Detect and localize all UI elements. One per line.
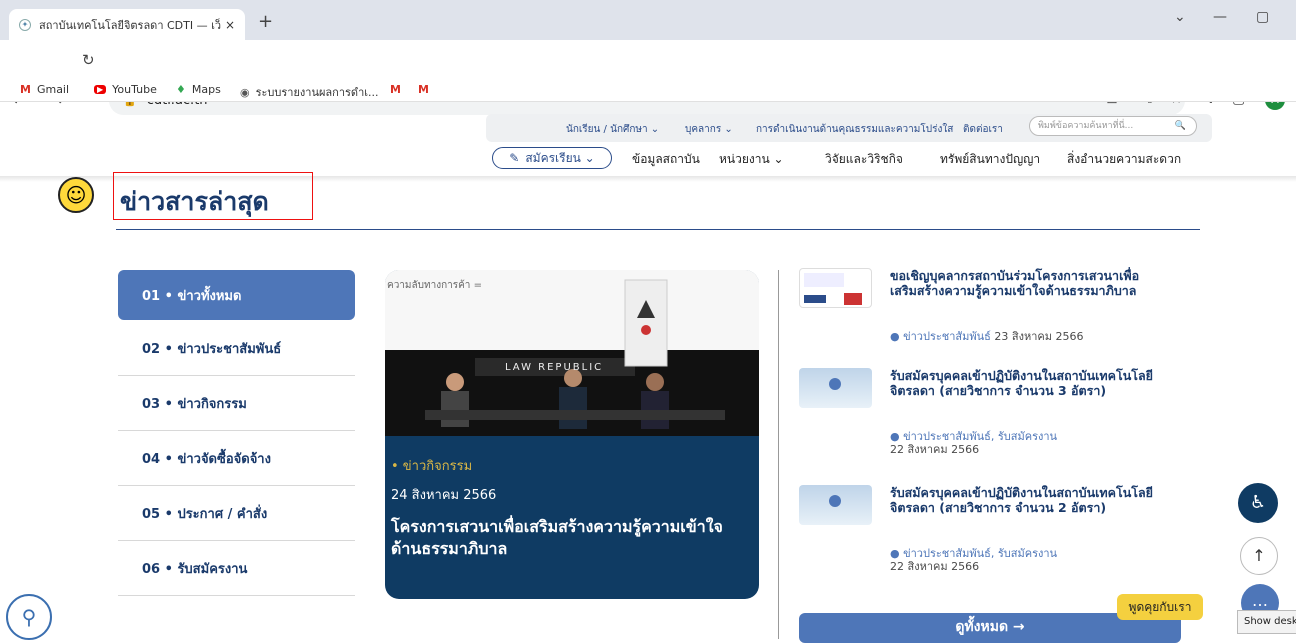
section-divider: [116, 229, 1200, 230]
bookmark-youtube[interactable]: ▶ YouTube: [94, 83, 157, 96]
photo-banner-text: LAW REPUBLIC: [505, 362, 604, 373]
column-divider: [778, 270, 779, 639]
register-button[interactable]: ✎ สมัครเรียน ⌄: [492, 147, 612, 169]
register-label: สมัครเรียน ⌄: [525, 150, 595, 165]
gmail-icon: M: [390, 83, 401, 96]
nav-ethics[interactable]: การดำเนินงานด้านคุณธรรมและความโปร่งใส: [756, 122, 953, 137]
featured-news-card[interactable]: ความลับทางการค้า = LAW REPUBLIC • ข่าวกิ…: [385, 270, 759, 599]
globe-icon: ◉: [240, 85, 250, 99]
scroll-top-icon[interactable]: ↑: [1240, 537, 1278, 575]
bookmark-label: Gmail: [36, 83, 70, 96]
bookmark-report[interactable]: ◉ ระบบรายงานผลการดำเ...: [240, 83, 379, 101]
chat-label[interactable]: พูดคุยกับเรา: [1117, 594, 1203, 620]
featured-date: 24 สิงหาคม 2566: [391, 488, 497, 503]
bookmark-maps[interactable]: ♦ Maps: [176, 83, 221, 96]
news-date: 22 สิงหาคม 2566: [890, 443, 980, 456]
news-meta: ● ข่าวประชาสัมพันธ์ 23 สิงหาคม 2566: [890, 330, 1083, 343]
smiley-icon: ☺: [58, 177, 94, 213]
search-input[interactable]: พิมพ์ข้อความค้นหาที่นี่... 🔍: [1029, 116, 1197, 136]
search-placeholder: พิมพ์ข้อความค้นหาที่นี่...: [1038, 121, 1134, 131]
cdti-logo-icon[interactable]: ⚲: [6, 594, 52, 640]
news-thumbnail: [799, 368, 872, 408]
nav-contact[interactable]: ติดต่อเรา: [963, 122, 1003, 137]
bookmark-label: YouTube: [112, 83, 157, 96]
news-title[interactable]: ขอเชิญบุคลากรสถาบันร่วมโครงการเสวนาเพื่อ…: [890, 268, 1160, 298]
news-title[interactable]: รับสมัครบุคคลเข้าปฏิบัติงานในสถาบันเทคโน…: [890, 485, 1160, 515]
bookmark-gmail-3[interactable]: M: [418, 83, 435, 96]
browser-tab-bar: ✦ สถาบันเทคโนโลยีจิตรลดา CDTI — เว็บ × +…: [0, 0, 1296, 40]
featured-title[interactable]: โครงการเสวนาเพื่อเสริมสร้างความรู้ความเข…: [391, 516, 751, 560]
news-meta: ● ข่าวประชาสัมพันธ์, รับสมัครงาน 22 สิงหา…: [890, 430, 1120, 456]
news-category: ● ข่าวประชาสัมพันธ์, รับสมัครงาน: [890, 547, 1058, 560]
new-tab-button[interactable]: +: [258, 11, 273, 32]
seminar-photo-illustration: [385, 270, 759, 436]
nav-staff[interactable]: บุคลากร ⌄: [685, 122, 733, 137]
bookmark-gmail-2[interactable]: M: [390, 83, 407, 96]
news-date: 23 สิงหาคม 2566: [994, 330, 1084, 343]
restore-icon[interactable]: ▢: [1256, 9, 1269, 25]
featured-category: • ข่าวกิจกรรม: [391, 459, 473, 474]
show-desktop-tooltip: Show desktop: [1237, 610, 1296, 634]
category-jobs[interactable]: 06 • รับสมัครงาน: [118, 542, 355, 596]
accessibility-icon[interactable]: ♿: [1238, 483, 1278, 523]
tab-title: สถาบันเทคโนโลยีจิตรลดา CDTI — เว็บ: [39, 18, 221, 32]
news-category: ● ข่าวประชาสัมพันธ์: [890, 330, 991, 343]
nav-info[interactable]: ข้อมูลสถาบัน: [632, 150, 700, 169]
section-title: ข่าวสารล่าสุด: [113, 172, 313, 220]
bookmark-label: Maps: [191, 83, 221, 96]
nav-facilities[interactable]: สิ่งอำนวยความสะดวก: [1067, 150, 1181, 169]
minimize-icon[interactable]: —: [1213, 9, 1227, 25]
photo-caption: ความลับทางการค้า =: [387, 280, 482, 291]
news-thumbnail: [799, 485, 872, 525]
nav-units[interactable]: หน่วยงาน ⌄: [719, 150, 784, 169]
reload-icon[interactable]: ↻: [82, 51, 95, 69]
tab-close-icon[interactable]: ×: [221, 18, 239, 32]
youtube-icon: ▶: [94, 85, 107, 94]
category-all[interactable]: 01 • ข่าวทั้งหมด: [118, 270, 355, 320]
nav-ip[interactable]: ทรัพย์สินทางปัญญา: [940, 150, 1040, 169]
nav-students[interactable]: นักเรียน / นักศึกษา ⌄: [566, 122, 659, 137]
news-date: 22 สิงหาคม 2566: [890, 560, 980, 573]
category-announcements[interactable]: 05 • ประกาศ / คำสั่ง: [118, 487, 355, 541]
gmail-icon: M: [20, 83, 31, 96]
address-toolbar: ← → ↻ 🔒 cdti.ac.th ⊞ ⇪ ☆ ✱ ▢ A: [0, 40, 1296, 115]
news-thumbnail: [799, 268, 872, 308]
category-procurement[interactable]: 04 • ข่าวจัดซื้อจัดจ้าง: [118, 432, 355, 486]
bookmark-gmail[interactable]: M Gmail: [20, 83, 69, 96]
nav-research[interactable]: วิจัยและวิริชกิจ: [825, 150, 903, 169]
tab-search-icon[interactable]: ⌄: [1174, 9, 1186, 25]
search-icon[interactable]: 🔍: [1175, 117, 1186, 135]
pencil-icon: ✎: [509, 151, 520, 165]
site-favicon-icon: ✦: [19, 18, 31, 31]
category-activities[interactable]: 03 • ข่าวกิจกรรม: [118, 377, 355, 431]
gmail-icon: M: [418, 83, 429, 96]
news-meta: ● ข่าวประชาสัมพันธ์, รับสมัครงาน 22 สิงหา…: [890, 547, 1120, 573]
bookmarks-bar: M Gmail ▶ YouTube ♦ Maps ◉ ระบบรายงานผลการดำ…: [0, 78, 1296, 102]
maps-pin-icon: ♦: [176, 83, 186, 96]
featured-photo: ความลับทางการค้า = LAW REPUBLIC: [385, 270, 759, 436]
bookmark-label: ระบบรายงานผลการดำเ...: [255, 86, 379, 99]
category-pr[interactable]: 02 • ข่าวประชาสัมพันธ์: [118, 322, 355, 376]
news-title[interactable]: รับสมัครบุคคลเข้าปฏิบัติงานในสถาบันเทคโน…: [890, 368, 1160, 398]
news-category: ● ข่าวประชาสัมพันธ์, รับสมัครงาน: [890, 430, 1058, 443]
browser-tab[interactable]: ✦ สถาบันเทคโนโลยีจิตรลดา CDTI — เว็บ ×: [9, 9, 245, 40]
